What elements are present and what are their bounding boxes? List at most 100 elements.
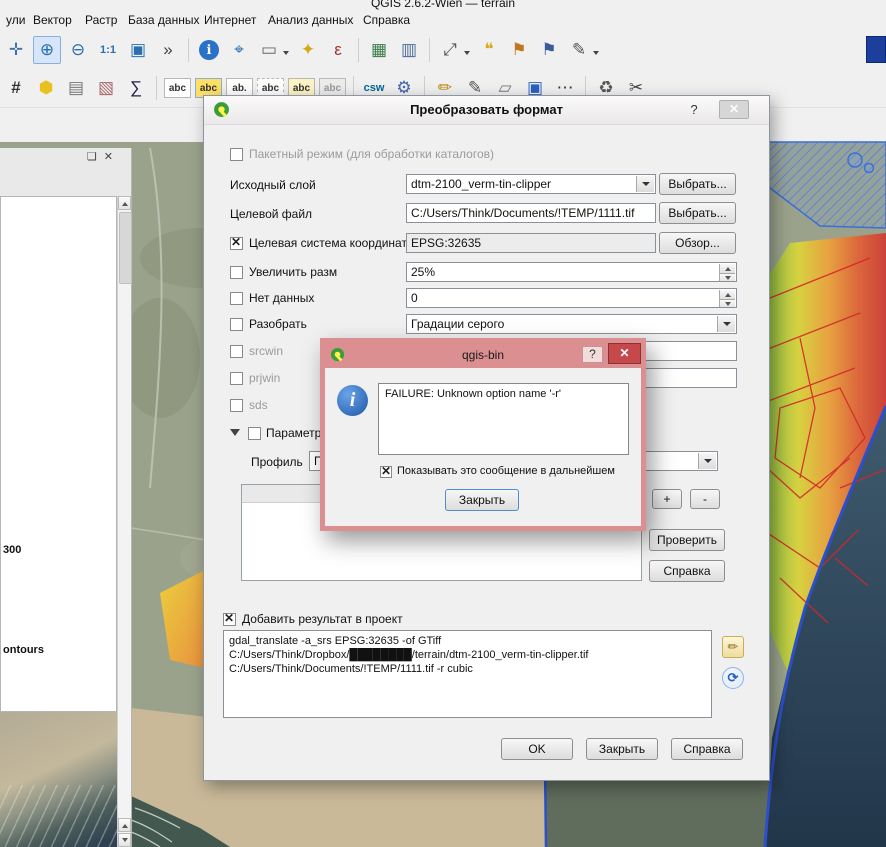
error-dialog-titlebar[interactable]: qgis-bin ? ✕ (325, 343, 641, 368)
batch-mode-checkbox[interactable] (230, 148, 243, 161)
expand-checkbox[interactable] (230, 318, 243, 331)
grid-icon[interactable]: # (3, 75, 29, 101)
remove-param-button[interactable]: - (690, 489, 720, 509)
target-file-field[interactable]: C:/Users/Think/Documents/!TEMP/1111.tif (406, 203, 656, 223)
menu-modules[interactable]: ули (6, 13, 25, 27)
combo-arrow-icon[interactable] (636, 176, 654, 192)
droplet-icon[interactable]: ⬢ (33, 75, 59, 101)
add-param-button[interactable]: + (652, 489, 682, 509)
srcwin-label: srcwin (249, 344, 283, 358)
window-title: QGIS 2.6.2-Wien — terrain (371, 0, 515, 10)
menu-database[interactable]: База данных (128, 13, 199, 27)
map-tips-icon[interactable]: ❝ (476, 37, 502, 63)
annotation-icon[interactable]: ✎ (566, 37, 592, 63)
add-result-checkbox[interactable] (223, 613, 236, 626)
spin-up-icon[interactable] (719, 264, 735, 273)
nodata-checkbox[interactable] (230, 292, 243, 305)
chevron-down-icon[interactable] (464, 51, 470, 58)
show-bookmarks-icon[interactable]: ⚑ (536, 37, 562, 63)
select-target-button[interactable]: Выбрать... (659, 202, 736, 224)
source-layer-combo[interactable]: dtm-2100_verm-tin-clipper (406, 174, 656, 194)
label-tool-icon[interactable]: abc (164, 78, 191, 98)
error-close-button[interactable]: Закрыть (445, 489, 519, 511)
layout-table-icon[interactable]: ▥ (396, 37, 422, 63)
identify-icon[interactable]: ℹ (196, 37, 222, 63)
scroll-up-button[interactable] (118, 196, 131, 210)
layers-list[interactable]: 300 ontours (0, 196, 117, 712)
toolbar-overflow-icon[interactable]: » (155, 37, 181, 63)
refresh-icon: ⟳ (728, 670, 739, 686)
browse-crs-button[interactable]: Обзор... (659, 232, 736, 254)
srcwin-checkbox[interactable] (230, 345, 243, 358)
zoom-full-icon[interactable]: ▣ (125, 37, 151, 63)
params-help-button[interactable]: Справка (649, 560, 725, 582)
expression-icon[interactable]: ε (325, 37, 351, 63)
new-bookmark-icon[interactable]: ⚑ (506, 37, 532, 63)
spin-up-icon[interactable] (719, 290, 735, 299)
target-crs-checkbox[interactable] (230, 237, 243, 250)
params-checkbox[interactable] (248, 427, 261, 440)
sds-checkbox[interactable] (230, 399, 243, 412)
chevron-down-icon[interactable] (283, 51, 289, 58)
scroll-up-button-2[interactable] (118, 818, 131, 832)
docked-toolbar-icon[interactable] (866, 36, 886, 63)
raster-style-icon[interactable]: ▧ (93, 75, 119, 101)
help-button[interactable]: Справка (671, 738, 743, 760)
error-message-box[interactable]: FAILURE: Unknown option name '-r' (378, 383, 629, 455)
zoom-native-icon[interactable]: 1:1 (95, 37, 121, 63)
dialog-titlebar[interactable]: Преобразовать формат ? ✕ (204, 96, 769, 125)
command-preview[interactable]: gdal_translate -a_srs EPSG:32635 -of GTi… (223, 630, 712, 718)
prjwin-label: prjwin (249, 371, 280, 385)
menu-vector[interactable]: Вектор (33, 13, 72, 27)
zoom-in-icon[interactable]: ⊕ (33, 36, 61, 64)
overview-panel[interactable] (0, 712, 117, 847)
close-button[interactable]: Закрыть (586, 738, 658, 760)
show-message-checkbox[interactable] (380, 466, 392, 478)
error-close-icon[interactable]: ✕ (608, 343, 641, 364)
profile-label: Профиль (251, 455, 303, 469)
outsize-spinbox[interactable]: 25% (406, 262, 737, 282)
pan-map-icon[interactable]: ✛ (3, 37, 29, 63)
close-panel-icon[interactable]: ✕ (104, 150, 113, 163)
expander-triangle-icon[interactable] (230, 429, 240, 441)
layer-item[interactable]: ontours (3, 644, 44, 656)
ok-button[interactable]: OK (501, 738, 573, 760)
zoom-out-icon[interactable]: ⊖ (65, 37, 91, 63)
measure-icon[interactable]: ⤢ (437, 37, 463, 63)
expand-combo[interactable]: Градации серого (406, 314, 737, 334)
outsize-checkbox[interactable] (230, 266, 243, 279)
error-help-icon[interactable]: ? (582, 346, 603, 363)
statistics-icon[interactable]: ∑ (123, 75, 149, 101)
menu-help[interactable]: Справка (363, 13, 410, 27)
refresh-command-button[interactable]: ⟳ (722, 667, 744, 689)
zoom-to-selection-icon[interactable]: ⌖ (226, 37, 252, 63)
window-titlebar[interactable]: QGIS 2.6.2-Wien — terrain (0, 0, 886, 10)
chevron-down-icon[interactable] (593, 51, 599, 58)
dialog-help-icon[interactable]: ? (685, 102, 703, 118)
combo-arrow-icon[interactable] (717, 316, 735, 332)
scroll-thumb[interactable] (119, 212, 132, 284)
layers-panel-scrollbar[interactable] (117, 196, 131, 847)
select-source-button[interactable]: Выбрать... (659, 173, 736, 195)
prjwin-checkbox[interactable] (230, 372, 243, 385)
attribute-table-icon[interactable]: ▦ (366, 37, 392, 63)
combo-arrow-icon[interactable] (698, 453, 716, 469)
edit-command-button[interactable]: ✏ (722, 636, 744, 658)
spin-down-icon[interactable] (719, 299, 735, 308)
menu-analysis[interactable]: Анализ данных (268, 13, 353, 27)
validate-button[interactable]: Проверить (649, 529, 725, 551)
select-features-icon[interactable]: ▭ (256, 37, 282, 63)
nodata-spinbox[interactable]: 0 (406, 288, 737, 308)
raster-icon[interactable]: ▤ (63, 75, 89, 101)
menu-raster[interactable]: Растр (85, 13, 117, 27)
layers-panel: ❏ ✕ 300 ontours (0, 148, 132, 847)
scroll-down-button[interactable] (118, 833, 131, 847)
layer-item[interactable]: 300 (3, 544, 21, 556)
highlight-icon[interactable]: ✦ (295, 37, 321, 63)
float-panel-icon[interactable]: ❏ (87, 150, 97, 163)
target-crs-field[interactable]: EPSG:32635 (406, 233, 656, 253)
toolbar-separator (156, 76, 157, 100)
spin-down-icon[interactable] (719, 273, 735, 282)
menu-web[interactable]: Интернет (204, 13, 256, 27)
dialog-close-icon[interactable]: ✕ (719, 100, 749, 119)
